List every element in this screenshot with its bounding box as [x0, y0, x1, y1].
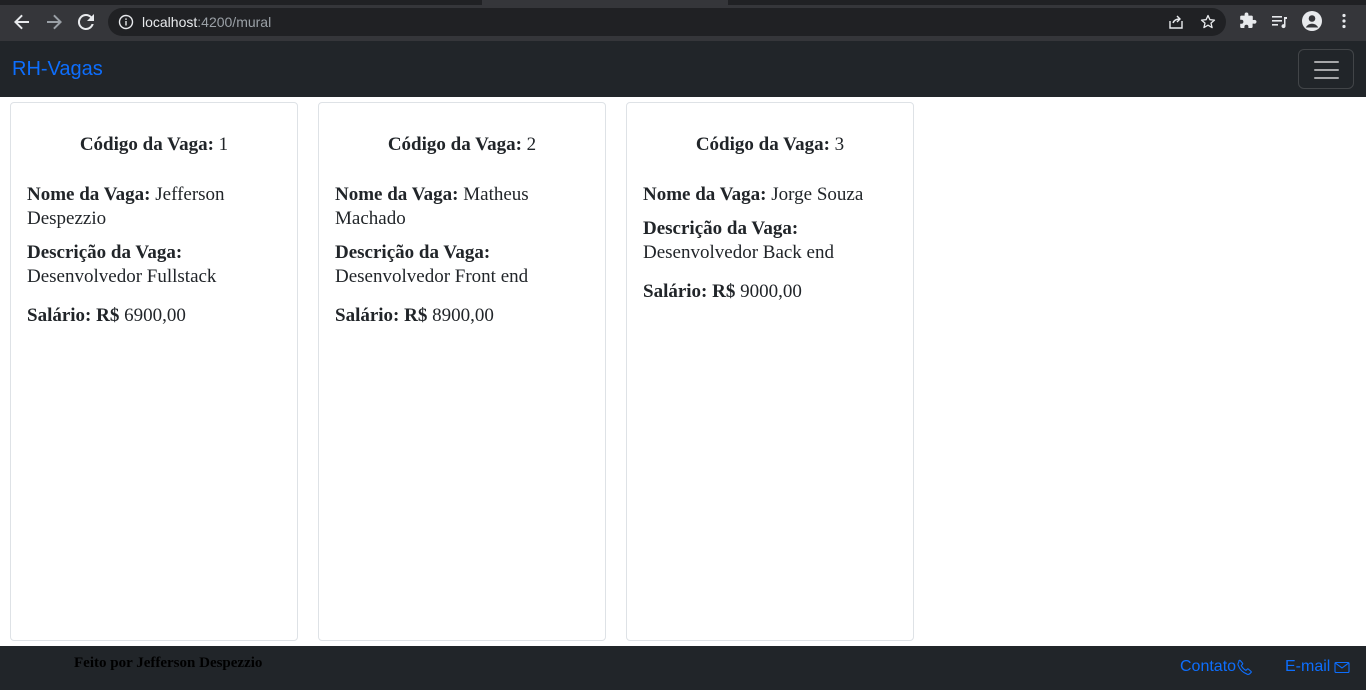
job-name-value: Jorge Souza	[766, 184, 864, 205]
contact-link[interactable]: Contato	[1180, 658, 1253, 676]
job-salary: Salário: R$ 8900,00	[335, 304, 585, 328]
bookmark-button[interactable]	[1199, 13, 1217, 31]
star-icon	[1200, 14, 1216, 29]
email-link[interactable]: E-mail	[1285, 658, 1350, 676]
job-code-value: 3	[829, 134, 845, 155]
footer-credit: Feito por Jefferson Despezzio	[74, 655, 263, 671]
url-host: localhost	[142, 14, 198, 30]
share-button[interactable]	[1167, 13, 1185, 31]
job-code-label: Código da Vaga:	[79, 134, 214, 155]
browser-menu-button[interactable]	[1332, 9, 1356, 33]
job-description-value: Desenvolvedor Fullstack	[27, 266, 217, 287]
profile-icon	[1305, 15, 1319, 28]
contact-label: Contato	[1180, 658, 1237, 675]
job-salary-label: Salário: R$	[643, 281, 736, 302]
job-salary-label: Salário: R$	[335, 305, 428, 326]
job-description-value: Desenvolvedor Front end	[335, 266, 529, 287]
job-card: Código da Vaga: 2 Nome da Vaga: Matheus …	[318, 102, 606, 641]
job-code-label: Código da Vaga:	[695, 134, 830, 155]
tab-strip	[0, 0, 1366, 5]
app-navbar: RH-Vagas	[0, 41, 1366, 97]
profile-button[interactable]	[1302, 11, 1322, 31]
extensions-icon	[1240, 12, 1257, 28]
envelope-icon	[1334, 661, 1350, 674]
job-name-label: Nome da Vaga:	[335, 184, 459, 205]
job-code-value: 2	[521, 134, 537, 155]
brand-link[interactable]: RH-Vagas	[12, 57, 103, 81]
job-description-label: Descrição da Vaga:	[335, 242, 491, 263]
job-name-label: Nome da Vaga:	[27, 184, 151, 205]
reload-button[interactable]	[73, 9, 99, 35]
page-footer: Feito por Jefferson Despezzio Contato E-…	[0, 646, 1366, 690]
job-code: Código da Vaga: 2	[319, 134, 605, 156]
job-card: Código da Vaga: 3 Nome da Vaga: Jorge So…	[626, 102, 914, 641]
phone-icon	[1237, 659, 1252, 675]
browser-toolbar: localhost:4200/mural	[0, 0, 1366, 41]
back-icon	[14, 14, 29, 30]
navbar-toggler-button[interactable]	[1298, 49, 1354, 89]
reading-list-icon	[1272, 16, 1287, 29]
job-code-label: Código da Vaga:	[387, 134, 522, 155]
job-description-label: Descrição da Vaga:	[643, 218, 799, 239]
forward-button[interactable]	[41, 9, 67, 35]
job-name: Nome da Vaga: Jefferson Despezzio	[27, 183, 277, 231]
job-description: Descrição da Vaga: Desenvolvedor Front e…	[335, 241, 585, 289]
job-description-value: Desenvolvedor Back end	[643, 242, 834, 263]
url-text[interactable]: localhost:4200/mural	[142, 14, 271, 30]
active-tab-edge	[482, 0, 728, 5]
back-button[interactable]	[9, 9, 35, 35]
job-salary-value: 6900,00	[119, 305, 186, 326]
job-code: Código da Vaga: 3	[627, 134, 913, 156]
url-path: :4200/mural	[197, 14, 272, 30]
job-salary: Salário: R$ 9000,00	[643, 280, 893, 304]
email-label: E-mail	[1285, 658, 1331, 675]
extensions-button[interactable]	[1236, 9, 1260, 33]
address-bar[interactable]: localhost:4200/mural	[108, 8, 1226, 36]
job-card: Código da Vaga: 1 Nome da Vaga: Jefferso…	[10, 102, 298, 641]
job-name: Nome da Vaga: Matheus Machado	[335, 183, 585, 231]
job-code: Código da Vaga: 1	[11, 134, 297, 156]
job-salary-value: 9000,00	[735, 281, 802, 302]
job-salary-value: 8900,00	[427, 305, 494, 326]
info-icon[interactable]	[118, 14, 134, 30]
share-icon	[1169, 15, 1183, 29]
reading-list-button[interactable]	[1267, 9, 1291, 33]
job-description: Descrição da Vaga: Desenvolvedor Back en…	[643, 217, 893, 265]
job-code-value: 1	[213, 134, 229, 155]
job-description: Descrição da Vaga: Desenvolvedor Fullsta…	[27, 241, 277, 289]
menu-dots-icon	[1342, 13, 1346, 29]
forward-icon	[47, 14, 62, 30]
reload-icon	[77, 13, 94, 30]
job-description-label: Descrição da Vaga:	[27, 242, 183, 263]
job-name: Nome da Vaga: Jorge Souza	[643, 183, 893, 207]
job-salary-label: Salário: R$	[27, 305, 120, 326]
job-salary: Salário: R$ 6900,00	[27, 304, 277, 328]
job-name-label: Nome da Vaga:	[643, 184, 767, 205]
